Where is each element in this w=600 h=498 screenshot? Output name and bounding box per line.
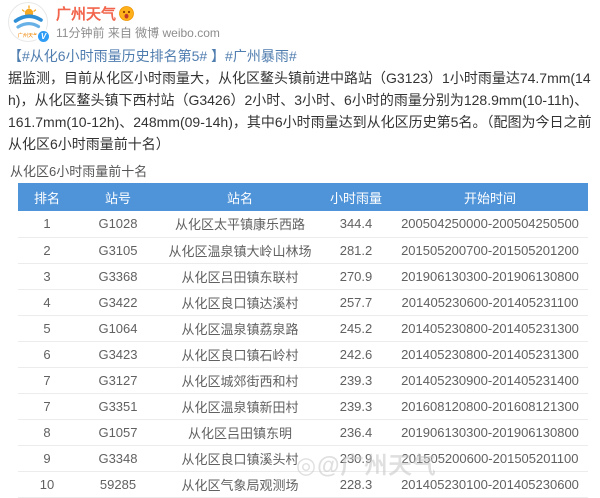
column-header: 站名	[160, 183, 320, 211]
table-cell: 3	[18, 263, 76, 289]
table-cell: 201505200700-201505201200	[392, 237, 588, 263]
table-cell: 200504250000-200504250500	[392, 211, 588, 237]
table-cell: 201405230800-201405231300	[392, 341, 588, 367]
table-row: 2G3105从化区温泉镇大岭山林场281.2201505200700-20150…	[18, 237, 588, 263]
avatar[interactable]: 广州天气 V	[8, 2, 48, 42]
post-time[interactable]: 11分钟前	[56, 26, 104, 40]
column-header: 小时雨量	[320, 183, 392, 211]
table-cell: 239.3	[320, 393, 392, 419]
table-cell: 10	[18, 471, 76, 497]
column-header: 开始时间	[392, 183, 588, 211]
table-cell: G3423	[76, 341, 160, 367]
table-cell: 4	[18, 289, 76, 315]
table-cell: 228.3	[320, 471, 392, 497]
table-cell: 344.4	[320, 211, 392, 237]
post-meta: 11分钟前 来自 微博 weibo.com	[56, 24, 592, 41]
user-name[interactable]: 广州天气	[56, 3, 116, 24]
table-cell: 从化区气象局观测场	[160, 471, 320, 497]
table-row: 7G3351从化区温泉镇新田村239.3201608120800-2016081…	[18, 393, 588, 419]
post-text: 【#从化6小时雨量历史排名第5# 】#广州暴雨# 据监测，目前从化区小时雨量大，…	[8, 45, 594, 155]
table-cell: 从化区吕田镇东联村	[160, 263, 320, 289]
table-row: 9G3348从化区良口镇溪头村230.9201505200600-2015052…	[18, 445, 588, 471]
table-cell: 201608120800-201608121300	[392, 393, 588, 419]
weibo-post: 广州天气 V 广州天气 11分钟前 来自 微博 weibo.com 【#从化6小…	[0, 0, 600, 483]
column-header: 排名	[18, 183, 76, 211]
table-cell: G3348	[76, 445, 160, 471]
table-cell: G1064	[76, 315, 160, 341]
table-cell: G3351	[76, 393, 160, 419]
table-cell: G1028	[76, 211, 160, 237]
table-cell: 9	[18, 445, 76, 471]
table-cell: 201906130300-201906130800	[392, 263, 588, 289]
table-cell: 2	[18, 237, 76, 263]
table-cell: 59285	[76, 471, 160, 497]
table-head: 排名站号站名小时雨量开始时间	[18, 183, 588, 211]
table-cell: G3127	[76, 367, 160, 393]
table-cell: 1	[18, 211, 76, 237]
post-from-label: 来自	[108, 26, 132, 40]
table-cell: 257.7	[320, 289, 392, 315]
table-row: 7G3127从化区城郊街西和村239.3201405230900-2014052…	[18, 367, 588, 393]
table-cell: 245.2	[320, 315, 392, 341]
hashtag-link-rainstorm[interactable]: #广州暴雨#	[225, 48, 297, 64]
table-row: 6G3423从化区良口镇石岭村242.6201405230800-2014052…	[18, 341, 588, 367]
table-cell: 从化区城郊街西和村	[160, 367, 320, 393]
table-cell: 201405230100-201405230600	[392, 471, 588, 497]
table-cell: 7	[18, 367, 76, 393]
table-row: 8G1057从化区吕田镇东明236.4201906130300-20190613…	[18, 419, 588, 445]
table-cell: 270.9	[320, 263, 392, 289]
table-cell: 从化区吕田镇东明	[160, 419, 320, 445]
table-row: 1059285从化区气象局观测场228.3201405230100-201405…	[18, 471, 588, 497]
rainfall-table: 排名站号站名小时雨量开始时间 1G1028从化区太平镇康乐西路344.42005…	[18, 183, 588, 498]
table-cell: 从化区温泉镇新田村	[160, 393, 320, 419]
table-cell: 从化区良口镇石岭村	[160, 341, 320, 367]
table-cell: G3368	[76, 263, 160, 289]
table-title: 从化区6小时雨量前十名	[10, 161, 600, 178]
table-header-row: 排名站号站名小时雨量开始时间	[18, 183, 588, 211]
table-cell: 5	[18, 315, 76, 341]
table-cell: 从化区太平镇康乐西路	[160, 211, 320, 237]
table-cell: 201405230900-201405231400	[392, 367, 588, 393]
table-cell: 201405230600-201405231100	[392, 289, 588, 315]
user-line: 广州天气	[56, 2, 592, 22]
shocked-face-emoji-icon	[119, 6, 134, 21]
post-header: 广州天气 V 广州天气 11分钟前 来自 微博 weibo.com	[0, 0, 600, 42]
table-cell: 242.6	[320, 341, 392, 367]
verified-badge-icon: V	[36, 29, 51, 44]
table-cell: 从化区温泉镇荔泉路	[160, 315, 320, 341]
column-header: 站号	[76, 183, 160, 211]
table-cell: 230.9	[320, 445, 392, 471]
table-cell: 7	[18, 393, 76, 419]
table-cell: 从化区良口镇溪头村	[160, 445, 320, 471]
table-cell: G3422	[76, 289, 160, 315]
table-cell: 201505200600-201505201100	[392, 445, 588, 471]
table-cell: G3105	[76, 237, 160, 263]
table-row: 3G3368从化区吕田镇东联村270.9201906130300-2019061…	[18, 263, 588, 289]
table-cell: G1057	[76, 419, 160, 445]
hashtag-link-ranking[interactable]: 【#从化6小时雨量历史排名第5# 】	[8, 48, 225, 64]
table-cell: 6	[18, 341, 76, 367]
post-body: 据监测，目前从化区小时雨量大，从化区鳌头镇前进中路站（G3123）1小时雨量达7…	[8, 70, 591, 152]
table-cell: 8	[18, 419, 76, 445]
table-body: 1G1028从化区太平镇康乐西路344.4200504250000-200504…	[18, 211, 588, 497]
table-cell: 201906130300-201906130800	[392, 419, 588, 445]
table-row: 4G3422从化区良口镇达溪村257.7201405230600-2014052…	[18, 289, 588, 315]
table-cell: 从化区温泉镇大岭山林场	[160, 237, 320, 263]
table-row: 5G1064从化区温泉镇荔泉路245.2201405230800-2014052…	[18, 315, 588, 341]
table-cell: 201405230800-201405231300	[392, 315, 588, 341]
table-cell: 281.2	[320, 237, 392, 263]
post-source-link[interactable]: 微博 weibo.com	[135, 26, 220, 40]
table-cell: 239.3	[320, 367, 392, 393]
table-row: 1G1028从化区太平镇康乐西路344.4200504250000-200504…	[18, 211, 588, 237]
table-cell: 从化区良口镇达溪村	[160, 289, 320, 315]
table-cell: 236.4	[320, 419, 392, 445]
